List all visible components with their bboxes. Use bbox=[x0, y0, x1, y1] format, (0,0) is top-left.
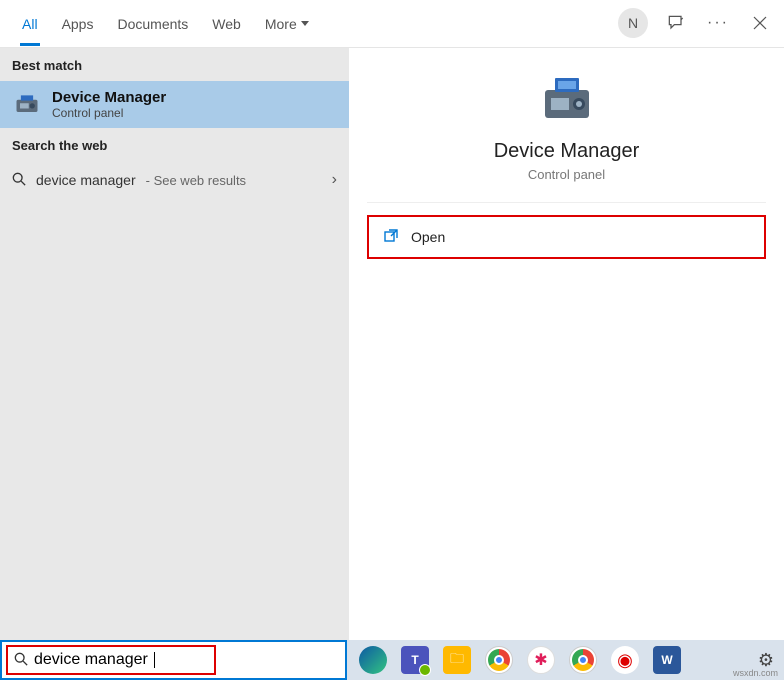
word-icon[interactable]: W bbox=[653, 646, 681, 674]
watermark: wsxdn.com bbox=[733, 668, 778, 678]
content-columns: Best match Device Manager Control panel … bbox=[0, 48, 784, 641]
chrome-icon[interactable] bbox=[485, 646, 513, 674]
tab-web[interactable]: Web bbox=[200, 2, 253, 46]
search-icon bbox=[12, 172, 26, 189]
more-options-icon[interactable]: ··· bbox=[704, 9, 732, 37]
snagit-icon[interactable]: ◉ bbox=[611, 646, 639, 674]
chevron-right-icon: › bbox=[332, 171, 337, 189]
search-highlight: device manager bbox=[6, 645, 216, 675]
preview-title: Device Manager bbox=[349, 140, 784, 163]
divider bbox=[367, 202, 766, 203]
search-web-header: Search the web bbox=[0, 128, 349, 161]
tab-apps[interactable]: Apps bbox=[50, 2, 106, 46]
best-match-item[interactable]: Device Manager Control panel bbox=[0, 81, 349, 128]
results-panel: Best match Device Manager Control panel … bbox=[0, 48, 349, 641]
preview-subtitle: Control panel bbox=[349, 167, 784, 182]
best-match-title: Device Manager bbox=[52, 89, 166, 106]
tab-documents[interactable]: Documents bbox=[105, 2, 200, 46]
edge-icon[interactable] bbox=[359, 646, 387, 674]
feedback-icon[interactable] bbox=[662, 9, 690, 37]
taskbar-search[interactable]: device manager bbox=[0, 640, 347, 680]
search-icon bbox=[14, 652, 28, 669]
open-label: Open bbox=[411, 229, 445, 245]
close-icon[interactable] bbox=[746, 9, 774, 37]
tab-more[interactable]: More bbox=[253, 2, 321, 46]
taskbar: device manager T 🗀 ✱ ◉ W ⚙ bbox=[0, 640, 784, 680]
teams-icon[interactable]: T bbox=[401, 646, 429, 674]
web-result-subtitle: - See web results bbox=[146, 173, 246, 188]
best-match-header: Best match bbox=[0, 48, 349, 81]
open-icon bbox=[383, 227, 399, 247]
best-match-text: Device Manager Control panel bbox=[52, 89, 166, 120]
preview-icon bbox=[349, 74, 784, 126]
slack-icon[interactable]: ✱ bbox=[527, 646, 555, 674]
search-window: All Apps Documents Web More N ··· Best m… bbox=[0, 0, 784, 641]
taskbar-icons: T 🗀 ✱ ◉ W bbox=[359, 646, 681, 674]
best-match-subtitle: Control panel bbox=[52, 106, 166, 120]
tab-all[interactable]: All bbox=[10, 2, 50, 46]
chevron-down-icon bbox=[301, 21, 309, 26]
header-controls: N ··· bbox=[618, 8, 774, 38]
user-avatar[interactable]: N bbox=[618, 8, 648, 38]
web-result-query: device manager bbox=[36, 172, 136, 188]
open-action[interactable]: Open bbox=[367, 215, 766, 259]
chrome-canary-icon[interactable] bbox=[569, 646, 597, 674]
search-text: device manager bbox=[34, 651, 148, 669]
web-result-item[interactable]: device manager - See web results › bbox=[0, 161, 349, 199]
text-cursor bbox=[154, 652, 155, 668]
preview-panel: Device Manager Control panel Open bbox=[349, 48, 784, 641]
file-explorer-icon[interactable]: 🗀 bbox=[443, 646, 471, 674]
device-manager-icon bbox=[12, 90, 42, 120]
tabs-bar: All Apps Documents Web More N ··· bbox=[0, 0, 784, 48]
tab-more-label: More bbox=[265, 16, 297, 32]
